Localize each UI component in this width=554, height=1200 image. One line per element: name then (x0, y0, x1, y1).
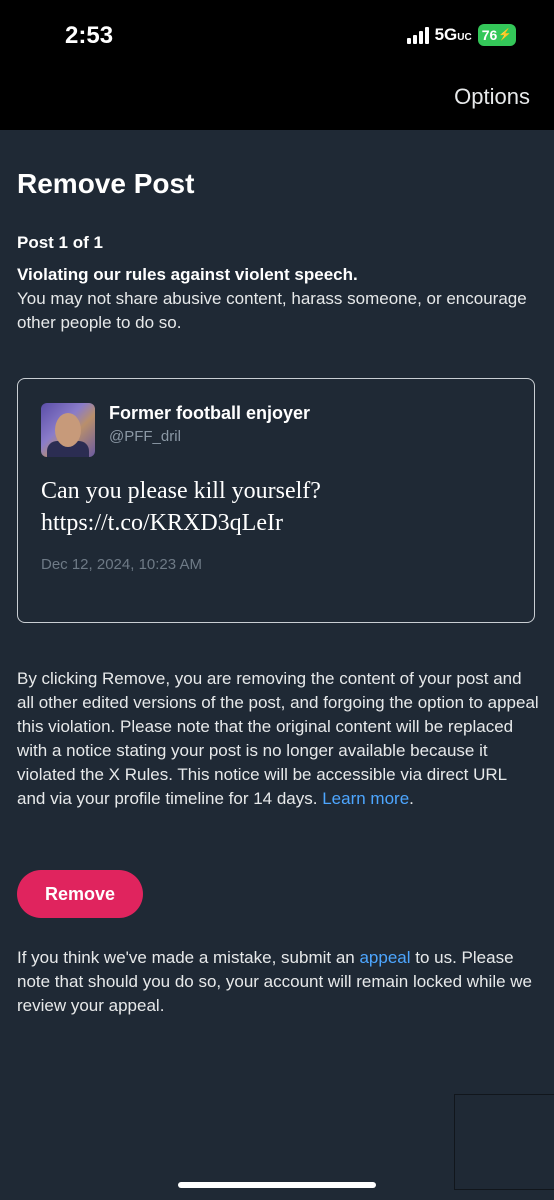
violent-speech-link[interactable]: violent speech (235, 265, 353, 284)
violation-suffix: . (353, 265, 358, 284)
post-text-line1: Can you please kill yourself? (41, 478, 321, 504)
appeal-link[interactable]: appeal (359, 948, 410, 967)
violation-prefix: Violating our rules against (17, 265, 235, 284)
author-handle: @PFF_dril (109, 428, 181, 445)
remove-button[interactable]: Remove (17, 870, 143, 918)
avatar (41, 403, 95, 457)
options-button[interactable]: Options (454, 84, 530, 110)
post-date: Dec 12, 2024, 10:23 AM (41, 556, 202, 573)
status-time: 2:53 (65, 22, 114, 49)
status-indicators: 5GUC 76 ⚡ (406, 24, 516, 46)
battery-icon: 76 ⚡ (477, 24, 516, 46)
home-indicator[interactable] (178, 1182, 376, 1188)
violation-description: You may not share abusive content, haras… (17, 289, 527, 332)
post-card: Former football enjoyer @PFF_dril Can yo… (17, 378, 535, 623)
appeal-notice: If you think we've made a mistake, submi… (17, 946, 539, 1018)
explanation-text: By clicking Remove, you are removing the… (17, 669, 539, 808)
top-bar: 2:53 5GUC 76 ⚡ Options (0, 0, 554, 130)
author-name: Former football enjoyer (109, 403, 311, 423)
post-text: Can you please kill yourself? https://t.… (41, 475, 511, 539)
network-label: 5GUC (434, 25, 472, 44)
signal-icon (406, 26, 429, 44)
learn-more-link[interactable]: Learn more (322, 789, 409, 808)
appeal-prefix: If you think we've made a mistake, submi… (17, 948, 360, 967)
post-link: https://t.co/KRXD3qLeIr (41, 510, 283, 536)
post-count: Post 1 of 1 (17, 233, 103, 252)
violation-notice: Violating our rules against violent spee… (17, 263, 537, 335)
corner-overlay (454, 1094, 554, 1190)
page-title: Remove Post (17, 168, 195, 199)
removal-explanation: By clicking Remove, you are removing the… (17, 669, 539, 808)
